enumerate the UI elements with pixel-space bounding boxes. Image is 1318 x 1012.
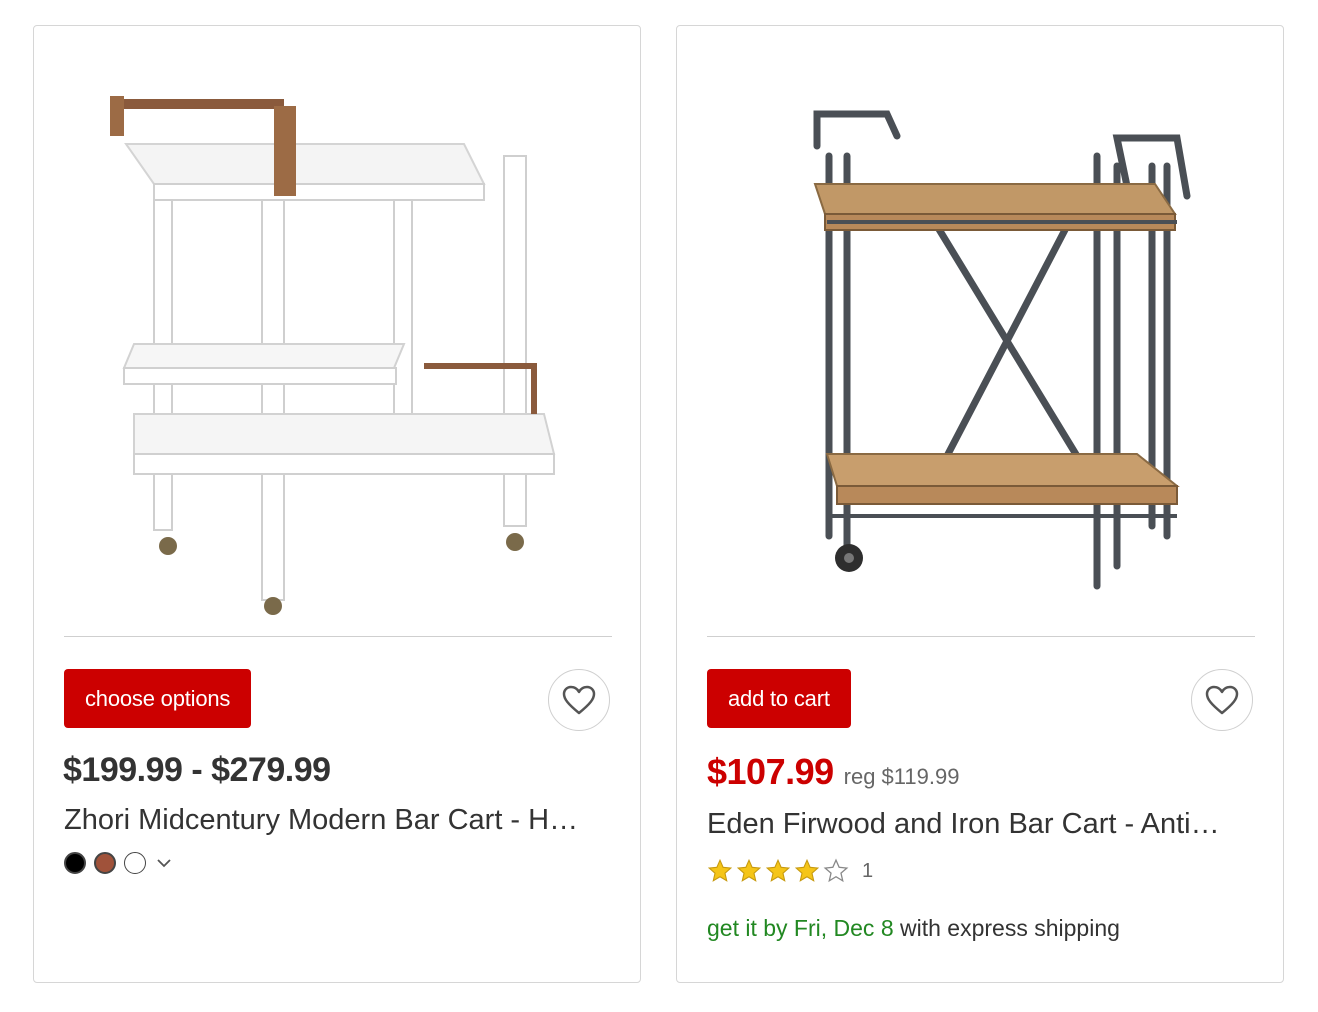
choose-options-button[interactable]: choose options xyxy=(64,669,252,728)
shipping-method: with express shipping xyxy=(893,915,1120,941)
star-filled-icon xyxy=(707,858,733,882)
product-title[interactable]: Zhori Midcentury Modern Bar Cart - H… xyxy=(64,804,612,837)
favorite-button[interactable] xyxy=(548,669,610,731)
star-filled-icon xyxy=(736,858,762,882)
swatch-black[interactable] xyxy=(64,852,86,874)
star-filled-icon xyxy=(794,858,820,882)
sale-price: $107.99 xyxy=(707,751,834,792)
delivery-date: get it by Fri, Dec 8 xyxy=(707,915,894,941)
heart-icon xyxy=(562,685,596,715)
product-title[interactable]: Eden Firwood and Iron Bar Cart - Anti… xyxy=(707,808,1255,841)
product-card[interactable]: choose options $199.99 - $279.99 Zhori M… xyxy=(33,25,641,983)
color-swatches xyxy=(64,852,172,874)
swatch-white[interactable] xyxy=(124,852,146,874)
add-to-cart-button[interactable]: add to cart xyxy=(707,669,851,728)
star-rating[interactable]: 1 xyxy=(707,858,873,884)
heart-icon xyxy=(1205,685,1239,715)
swatch-brown[interactable] xyxy=(94,852,116,874)
regular-price: reg $119.99 xyxy=(843,764,960,789)
price-row: $107.99 reg $119.99 xyxy=(707,751,959,793)
shipping-info: get it by Fri, Dec 8 with express shippi… xyxy=(707,915,1120,942)
product-card[interactable]: add to cart $107.99 reg $119.99 Eden Fir… xyxy=(676,25,1284,983)
star-filled-icon xyxy=(765,858,791,882)
star-empty-icon xyxy=(823,858,849,883)
product-image[interactable] xyxy=(707,66,1255,626)
review-count[interactable]: 1 xyxy=(862,860,873,883)
favorite-button[interactable] xyxy=(1191,669,1253,731)
divider xyxy=(707,636,1255,637)
divider xyxy=(64,636,612,637)
product-image[interactable] xyxy=(64,66,612,626)
chevron-down-icon[interactable] xyxy=(156,858,172,868)
price-range: $199.99 - $279.99 xyxy=(63,751,331,789)
